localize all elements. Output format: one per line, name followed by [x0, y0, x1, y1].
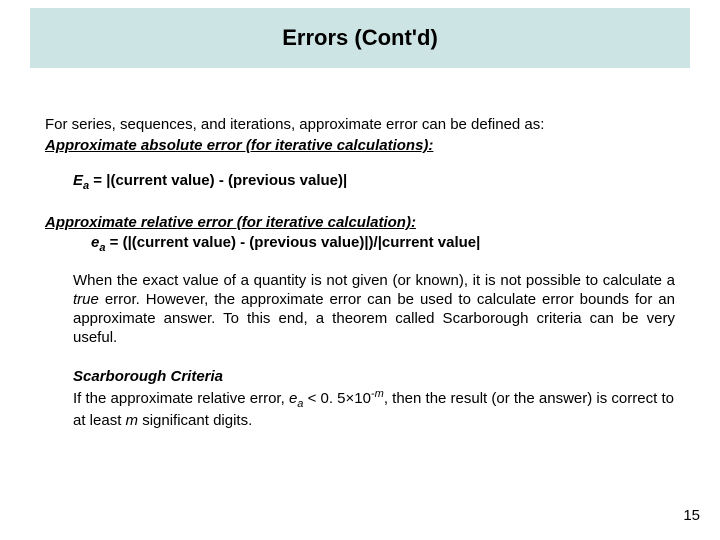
ea-mid: (current value) - (previous value): [132, 234, 365, 251]
rel-error-formula: ea = (|(current value) - (previous value…: [91, 233, 675, 255]
ea-close: )/: [369, 234, 378, 251]
criteria-heading: Scarborough Criteria: [73, 367, 675, 386]
abs-bar-close-3: |: [476, 234, 480, 251]
ea-denom: current value: [382, 234, 476, 251]
Ea-rhs: (current value) - (previous value): [110, 172, 343, 189]
page-number: 15: [683, 507, 700, 524]
criteria-b: < 0. 5: [303, 390, 345, 407]
para-b: error. However, the approximate error ca…: [73, 291, 675, 346]
intro-text: For series, sequences, and iterations, a…: [45, 115, 675, 134]
abs-error-heading: Approximate absolute error (for iterativ…: [45, 136, 675, 155]
slide-body: For series, sequences, and iterations, a…: [45, 115, 675, 430]
explanation-paragraph: When the exact value of a quantity is no…: [73, 271, 675, 348]
slide: Errors (Cont'd) For series, sequences, a…: [0, 0, 720, 540]
abs-bar-close: |: [343, 172, 347, 189]
criteria-exp: -m: [371, 388, 384, 400]
abs-error-formula: Ea = |(current value) - (previous value)…: [73, 171, 675, 193]
slide-title: Errors (Cont'd): [282, 25, 438, 51]
criteria-m: m: [126, 412, 139, 429]
rel-error-heading: Approximate relative error (for iterativ…: [45, 213, 675, 232]
para-true: true: [73, 291, 99, 308]
para-a: When the exact value of a quantity is no…: [73, 272, 675, 289]
criteria-e: significant digits.: [138, 412, 252, 429]
title-bar: Errors (Cont'd): [30, 8, 690, 68]
criteria-times: ×: [346, 390, 355, 407]
criteria-c: 10: [354, 390, 371, 407]
criteria-a: If the approximate relative error,: [73, 390, 289, 407]
criteria-body: If the approximate relative error, ea < …: [73, 387, 675, 430]
scarborough-criteria: Scarborough Criteria If the approximate …: [73, 367, 675, 429]
Ea-symbol: E: [73, 172, 83, 189]
ea-equals: = (: [105, 234, 127, 251]
Ea-equals: =: [89, 172, 106, 189]
